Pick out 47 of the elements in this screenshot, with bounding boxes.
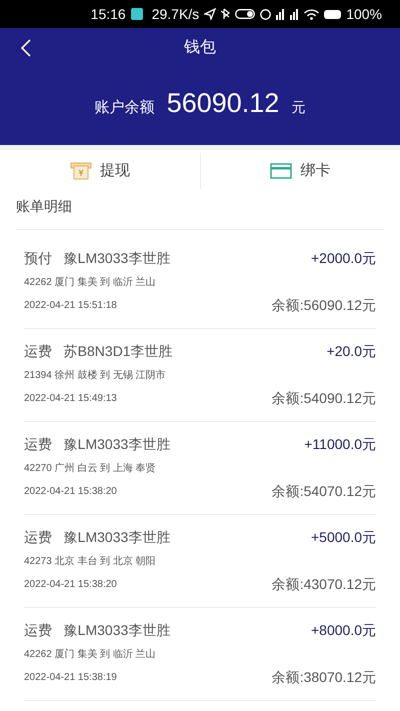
transaction-route: 42262 厦门 集美 到 临沂 兰山 — [24, 648, 156, 662]
running-balance: 余额:38070.12元 — [272, 668, 376, 687]
notification-icon — [130, 8, 143, 20]
signal-icon — [276, 8, 286, 20]
running-balance: 余额:43070.12元 — [272, 575, 376, 594]
balance-amount: 56090.12 — [166, 87, 280, 120]
bind-card-button[interactable]: 绑卡 — [270, 160, 330, 182]
running-balance: 余额:56090.12元 — [272, 296, 376, 315]
section-title: 账单明细 — [16, 197, 72, 216]
signal-icon — [290, 8, 300, 20]
network-speed: 29.7K/s — [152, 4, 200, 24]
transaction-time: 2022-04-21 15:49:13 — [24, 392, 117, 406]
transaction-title: 运费 豫LM3033李世胜 — [24, 435, 170, 454]
balance-label: 账户余额 — [94, 98, 155, 118]
withdraw-button[interactable]: 提现 — [70, 160, 130, 182]
transaction-route: 21394 徐州 鼓楼 到 无锡 江阴市 — [24, 368, 166, 383]
transaction-time: 2022-04-21 15:51:18 — [24, 299, 117, 313]
wifi-icon — [304, 8, 320, 20]
location-arrow-icon — [204, 8, 216, 20]
transaction-title: 运费 豫LM3033李世胜 — [24, 528, 170, 547]
balance-unit: 元 — [291, 98, 306, 117]
transaction-title: 运费 苏B8N3D1李世胜 — [24, 342, 173, 361]
transaction-amount: +20.0元 — [326, 342, 376, 361]
cash-box-icon — [70, 162, 92, 180]
transaction-route: 42270 广州 白云 到 上海 奉贤 — [24, 462, 156, 476]
status-time: 15:16 — [90, 4, 126, 24]
transaction-amount: +11000.0元 — [304, 435, 376, 454]
transaction-time: 2022-04-21 15:38:20 — [24, 485, 117, 499]
transaction-route: 42262 厦门 集美 到 临沂 兰山 — [24, 276, 156, 290]
page-title: 钱包 — [184, 38, 216, 58]
battery-icon — [324, 10, 342, 18]
bluetooth-icon — [221, 8, 230, 20]
running-balance: 余额:54070.12元 — [272, 482, 376, 501]
card-icon — [270, 163, 292, 179]
transaction-amount: +5000.0元 — [311, 528, 376, 547]
back-icon — [20, 39, 32, 57]
transaction-time: 2022-04-21 15:38:20 — [24, 578, 117, 592]
transaction-title: 运费 豫LM3033李世胜 — [24, 621, 170, 640]
alarm-icon — [260, 8, 272, 20]
transaction-amount: +2000.0元 — [311, 249, 376, 268]
toggle-icon — [235, 9, 256, 19]
transaction-time: 2022-04-21 15:38:19 — [24, 671, 117, 685]
transaction-amount: +8000.0元 — [311, 621, 376, 640]
battery-level: 100% — [346, 4, 382, 24]
running-balance: 余额:54090.12元 — [272, 389, 376, 408]
transaction-title: 预付 豫LM3033李世胜 — [24, 249, 170, 268]
transaction-route: 42273 北京 丰台 到 北京 朝阳 — [24, 554, 156, 569]
